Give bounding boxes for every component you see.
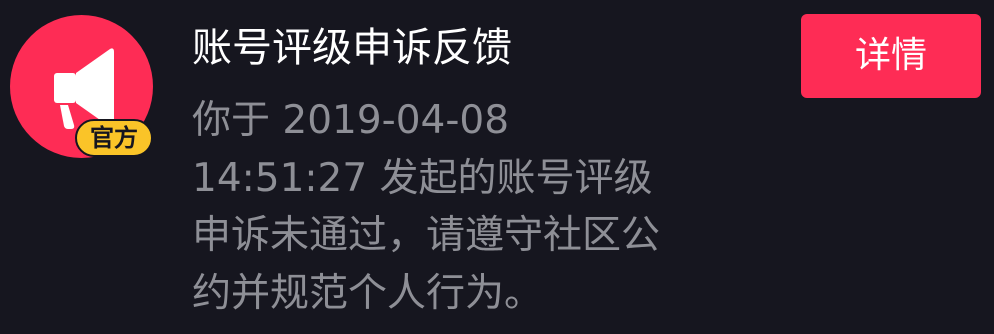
details-button[interactable]: 详情 xyxy=(801,14,981,98)
notification-title: 账号评级申诉反馈 xyxy=(192,25,512,71)
notification-card[interactable]: 官方 账号评级申诉反馈 你于 2019-04-08 14:51:27 发起的账号… xyxy=(0,0,994,334)
message-line: 你于 2019-04-08 xyxy=(192,98,510,143)
message-line: 14:51:27 发起的账号评级 xyxy=(192,155,653,201)
message-line: 约并规范个人行为。 xyxy=(192,270,544,316)
notification-message: 你于 2019-04-08 14:51:27 发起的账号评级 申诉未通过，请遵守… xyxy=(192,92,752,322)
message-line: 申诉未通过，请遵守社区公 xyxy=(192,213,661,258)
official-badge: 官方 xyxy=(75,119,153,157)
